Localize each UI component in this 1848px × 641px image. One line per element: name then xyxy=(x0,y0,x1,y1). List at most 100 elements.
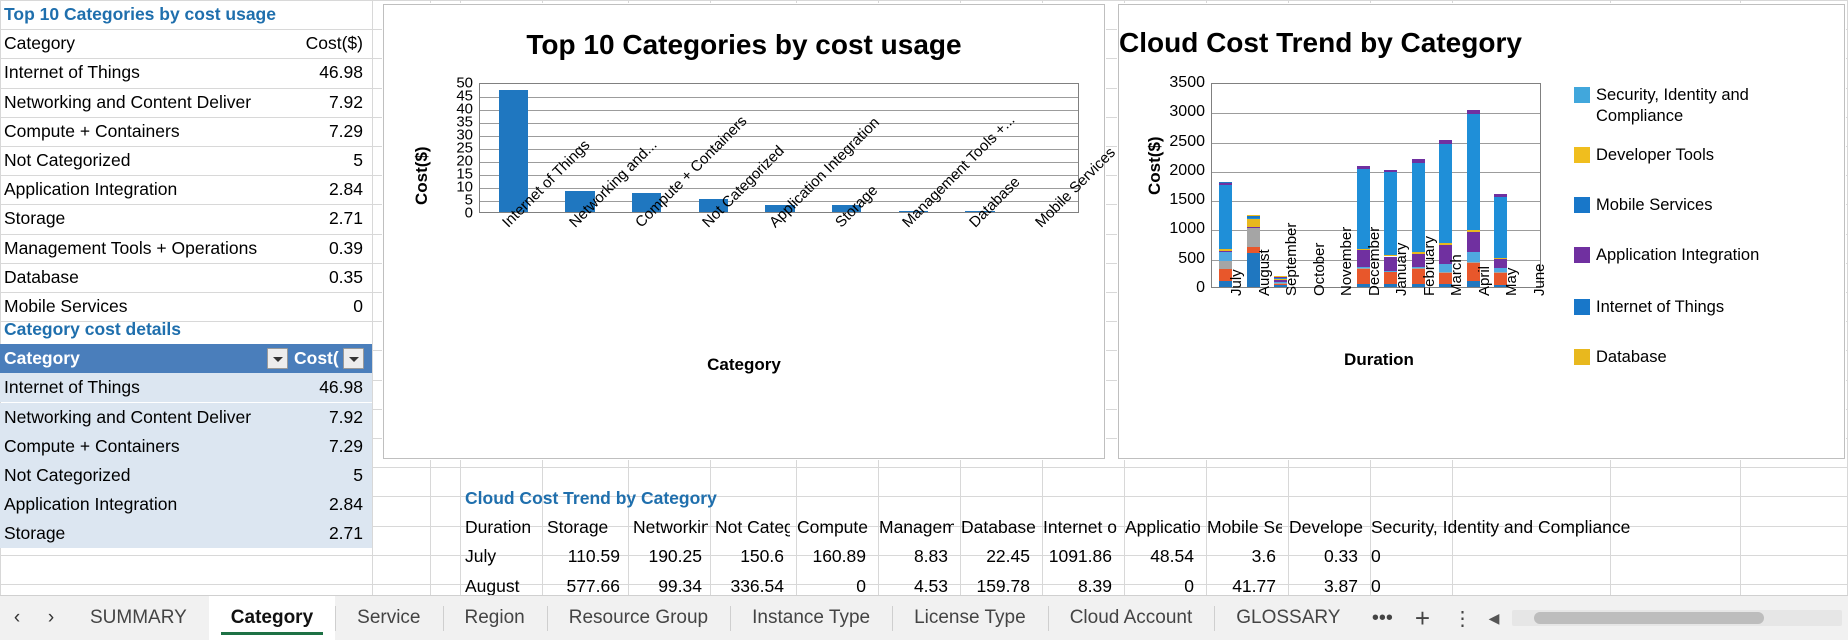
chart2-y-tick: 3500 xyxy=(1149,74,1205,92)
gridline xyxy=(1212,172,1540,173)
table-row[interactable]: Application Integration2.84 xyxy=(0,490,372,519)
table-row[interactable]: Not Categorized5 xyxy=(0,461,372,490)
table-row[interactable]: Networking and Content Deliver7.92 xyxy=(0,88,372,117)
legend-label: Developer Tools xyxy=(1596,145,1714,166)
table-row[interactable]: Database0.35 xyxy=(0,263,372,292)
sheet-tab-summary[interactable]: SUMMARY xyxy=(68,596,209,641)
category-details-cell-cost: 7.29 xyxy=(294,432,368,461)
top10-cell-category: Not Categorized xyxy=(4,146,294,175)
chart2-bar-segment xyxy=(1219,249,1232,250)
sheet-more-options-icon[interactable]: ⋮ xyxy=(1442,596,1482,641)
table-row[interactable]: Not Categorized5 xyxy=(0,146,372,175)
table-row[interactable]: Internet of Things46.98 xyxy=(0,58,372,87)
horizontal-scrollbar-thumb[interactable] xyxy=(1534,612,1764,624)
top10-title-text: Top 10 Categories by cost usage xyxy=(4,0,374,29)
category-details-cell-category: Storage xyxy=(4,519,294,548)
top10-cell-cost: 2.71 xyxy=(294,204,368,233)
chart2-bar-segment xyxy=(1467,252,1480,262)
table-row[interactable]: Internet of Things46.98 xyxy=(0,373,372,402)
filter-dropdown-icon-cost[interactable] xyxy=(343,348,364,369)
legend-color-swatch xyxy=(1574,197,1590,213)
next-sheet-arrow[interactable]: › xyxy=(34,596,68,641)
chart2-x-tick: July xyxy=(1228,269,1245,296)
category-details-cell-category: Networking and Content Deliver xyxy=(4,403,294,432)
cloud-cost-trend-cell-value: 110.59 xyxy=(542,542,626,571)
sheet-tab-region[interactable]: Region xyxy=(443,596,547,641)
category-details-cell-cost: 7.92 xyxy=(294,403,368,432)
category-details-cell-cost: 2.84 xyxy=(294,490,368,519)
cloud-cost-trend-column-header: Managem xyxy=(874,513,954,542)
cloud-cost-trend-column-header: Storage xyxy=(542,513,626,542)
filter-dropdown-icon-category[interactable] xyxy=(267,348,288,369)
sheet-tab-instance-type[interactable]: Instance Type xyxy=(730,596,892,641)
table-row[interactable]: Networking and Content Deliver7.92 xyxy=(0,403,372,432)
sheet-overflow-icon[interactable]: ••• xyxy=(1362,596,1402,641)
chart2-bar-segment xyxy=(1219,251,1232,260)
cloud-cost-trend-column-header: Compute xyxy=(792,513,872,542)
table-row[interactable]: Application Integration2.84 xyxy=(0,175,372,204)
sheet-tab-glossary[interactable]: GLOSSARY xyxy=(1214,596,1362,641)
add-sheet-button[interactable]: + xyxy=(1402,596,1442,641)
chart2-x-axis-title: Duration xyxy=(1179,350,1579,370)
category-details-cell-cost: 2.71 xyxy=(294,519,368,548)
chart2-bar-segment xyxy=(1384,170,1397,172)
table-row[interactable]: CategoryCost($) xyxy=(0,29,372,58)
table-row[interactable]: Management Tools + Operations0.39 xyxy=(0,234,372,263)
table-row[interactable]: Compute + Containers7.29 xyxy=(0,117,372,146)
chart2-legend-item: Application Integration xyxy=(1574,245,1839,266)
chart1-title: Top 10 Categories by cost usage xyxy=(384,29,1104,61)
sheet-tab-bar[interactable]: ‹ › SUMMARYCategoryServiceRegionResource… xyxy=(0,595,1848,640)
chart2-bar-segment xyxy=(1439,243,1452,244)
cloud-cost-trend-table[interactable]: Cloud Cost Trend by CategoryDurationStor… xyxy=(460,484,1848,594)
chart2-bar-segment xyxy=(1219,185,1232,249)
table-row[interactable]: Storage2.71 xyxy=(0,204,372,233)
hscroll-left-arrow[interactable]: ◀ xyxy=(1485,608,1503,628)
table-row[interactable]: Storage2.71 xyxy=(0,519,372,548)
category-details-title-text: Category cost details xyxy=(4,315,374,344)
chart2-bar-segment xyxy=(1357,166,1370,168)
chart2-x-tick: April xyxy=(1476,266,1493,296)
top10-cell-category: Application Integration xyxy=(4,175,294,204)
legend-color-swatch xyxy=(1574,247,1590,263)
top10-cell-cost: 0.39 xyxy=(294,234,368,263)
cloud-cost-trend-column-header: Internet o xyxy=(1038,513,1118,542)
chart2-bar-segment xyxy=(1247,228,1260,248)
chart2-x-tick: May xyxy=(1503,268,1520,296)
chart2-bar-segment xyxy=(1467,230,1480,232)
top10-cell-cost: 46.98 xyxy=(294,58,368,87)
chart2-bar-segment xyxy=(1494,197,1507,258)
cloud-cost-trend-column-header: Mobile Se xyxy=(1202,513,1282,542)
legend-color-swatch xyxy=(1574,87,1590,103)
sheet-tab-category[interactable]: Category xyxy=(209,596,335,641)
cloud-cost-trend-column-header: Networkin xyxy=(628,513,708,542)
cloud-cost-trend-cell-value: 48.54 xyxy=(1120,542,1200,571)
table-row[interactable]: Compute + Containers7.29 xyxy=(0,432,372,461)
legend-label: Internet of Things xyxy=(1596,297,1724,318)
cloud-cost-trend-cell-value: 150.6 xyxy=(710,542,790,571)
legend-label: Application Integration xyxy=(1596,245,1759,266)
sheet-tab-cloud-account[interactable]: Cloud Account xyxy=(1048,596,1215,641)
horizontal-scrollbar[interactable] xyxy=(1512,610,1842,626)
sheet-tab-resource-group[interactable]: Resource Group xyxy=(547,596,730,641)
chart2-bar-segment xyxy=(1467,262,1480,263)
chart2-bar-segment xyxy=(1219,183,1232,186)
sheet-tab-license-type[interactable]: License Type xyxy=(892,596,1048,641)
category-details-header-row[interactable]: CategoryCost( xyxy=(0,344,372,373)
prev-sheet-arrow[interactable]: ‹ xyxy=(0,596,34,641)
chart2-y-tick: 1000 xyxy=(1149,220,1205,238)
sheet-tab-service[interactable]: Service xyxy=(335,596,442,641)
gridline xyxy=(480,97,1078,98)
gridline xyxy=(1212,143,1540,144)
chart2-x-tick: August xyxy=(1256,249,1273,296)
chart2-y-tick: 1500 xyxy=(1149,191,1205,209)
cloud-cost-trend-column-header: Security, Identity and Compliance xyxy=(1366,513,1786,542)
cloud-cost-trend-cell-value: 1091.86 xyxy=(1038,542,1118,571)
chart2-x-tick: September xyxy=(1283,223,1300,296)
chart2-legend-item: Database xyxy=(1574,347,1839,368)
chart2-y-tick: 2500 xyxy=(1149,133,1205,151)
chart-top10-categories[interactable]: Top 10 Categories by cost usage Cost($) … xyxy=(383,4,1105,459)
gridline xyxy=(1212,113,1540,114)
chart-cloud-cost-trend[interactable]: Cloud Cost Trend by Category Cost($) Dur… xyxy=(1118,4,1845,459)
chart2-x-tick: November xyxy=(1338,227,1355,296)
chart2-legend-item: Mobile Services xyxy=(1574,195,1839,216)
